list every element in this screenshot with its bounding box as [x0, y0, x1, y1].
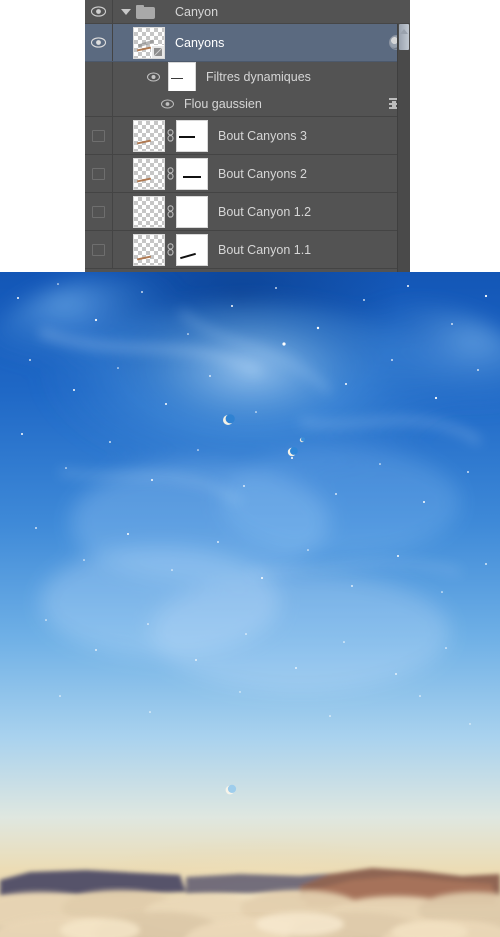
layer-mask-thumbnail[interactable] [176, 119, 208, 152]
visibility-empty-icon [92, 167, 105, 180]
scroll-up-arrow-icon[interactable] [398, 24, 410, 38]
bout-canyons-2-label: Bout Canyons 2 [218, 166, 307, 181]
visibility-toggle-bout-canyon-1-1[interactable] [85, 231, 113, 268]
visibility-toggle-bout-canyons-2[interactable] [85, 155, 113, 192]
visibility-toggle-flou-gaussien[interactable] [161, 99, 174, 109]
layer-mask-thumbnail[interactable] [176, 233, 208, 266]
flou-gaussien-eye-cell [85, 91, 113, 116]
panel-right-margin [410, 0, 500, 272]
layer-row-bout-canyons-2[interactable]: Bout Canyons 2 [85, 155, 410, 193]
visibility-empty-icon [92, 205, 105, 218]
composite-artwork [0, 272, 500, 937]
panel-left-margin [0, 0, 85, 272]
transparent-thumbnail[interactable] [133, 157, 165, 190]
mask-thumbnail[interactable] [168, 61, 196, 92]
flou-gaussien-label: Flou gaussien [184, 96, 262, 111]
panel-scrollbar[interactable] [397, 24, 410, 272]
bout-canyons-3-content: Bout Canyons 3 [113, 117, 410, 154]
layer-mask-thumbnail[interactable] [176, 195, 208, 228]
bout-canyon-1-2-content: Bout Canyon 1.2 [113, 193, 410, 230]
bout-canyons-3-label: Bout Canyons 3 [218, 128, 307, 143]
layer-row-flou-gaussien[interactable]: Flou gaussien [85, 91, 410, 117]
folder-icon [136, 4, 155, 19]
smart-filters-content: Filtres dynamiques [113, 61, 410, 92]
layer-mask-thumbnail[interactable] [176, 157, 208, 190]
layer-row-bout-canyon-1-2[interactable]: Bout Canyon 1.2 [85, 193, 410, 231]
canyons-label: Canyons [175, 35, 225, 50]
layer-row-group-canyon[interactable]: Canyon [85, 0, 410, 24]
link-icon[interactable] [165, 205, 176, 218]
eye-icon [91, 37, 106, 48]
visibility-toggle-group-canyon[interactable] [85, 0, 113, 23]
transparent-thumbnail[interactable] [133, 233, 165, 266]
canyons-thumbnail-group[interactable] [133, 26, 165, 59]
smart-object-thumbnail[interactable] [133, 26, 165, 59]
visibility-toggle-bout-canyons-3[interactable] [85, 117, 113, 154]
visibility-toggle-smart-filters[interactable] [147, 72, 160, 82]
canyon-above-clouds-composite [0, 272, 500, 937]
visibility-empty-icon [92, 129, 105, 142]
smart-filters-eye-cell [85, 62, 113, 91]
transparent-thumbnail[interactable] [133, 195, 165, 228]
layer-row-bout-canyons-3[interactable]: Bout Canyons 3 [85, 117, 410, 155]
layers-list: Canyon Canyons Filtres dynamiques Flou g… [85, 0, 410, 269]
chevron-down-icon[interactable] [121, 8, 131, 15]
smart-object-badge-icon [151, 44, 164, 58]
layers-panel[interactable]: Canyon Canyons Filtres dynamiques Flou g… [85, 0, 410, 272]
smart-filters-label: Filtres dynamiques [206, 69, 311, 84]
bout-canyon-1-1-content: Bout Canyon 1.1 [113, 231, 410, 268]
visibility-empty-icon [92, 243, 105, 256]
eye-icon [91, 6, 106, 17]
link-icon[interactable] [165, 243, 176, 256]
visibility-toggle-canyons[interactable] [85, 24, 113, 61]
bout-canyon-1-1-label: Bout Canyon 1.1 [218, 242, 312, 257]
layer-row-smart-filters[interactable]: Filtres dynamiques [85, 61, 410, 92]
bout-canyon-1-2-label: Bout Canyon 1.2 [218, 204, 312, 219]
visibility-toggle-bout-canyon-1-2[interactable] [85, 193, 113, 230]
layer-row-bout-canyon-1-1[interactable]: Bout Canyon 1.1 [85, 231, 410, 269]
group-canyon-label: Canyon [175, 4, 219, 19]
flou-gaussien-content: Flou gaussien [113, 91, 410, 116]
canyons-content: Canyons [113, 24, 410, 61]
link-icon[interactable] [165, 129, 176, 142]
bout-canyons-2-content: Bout Canyons 2 [113, 155, 410, 192]
link-icon[interactable] [165, 167, 176, 180]
layer-row-canyons[interactable]: Canyons [85, 24, 410, 62]
transparent-thumbnail[interactable] [133, 119, 165, 152]
screenshot-root: Canyon Canyons Filtres dynamiques Flou g… [0, 0, 500, 937]
group-canyon-content: Canyon [113, 0, 410, 23]
